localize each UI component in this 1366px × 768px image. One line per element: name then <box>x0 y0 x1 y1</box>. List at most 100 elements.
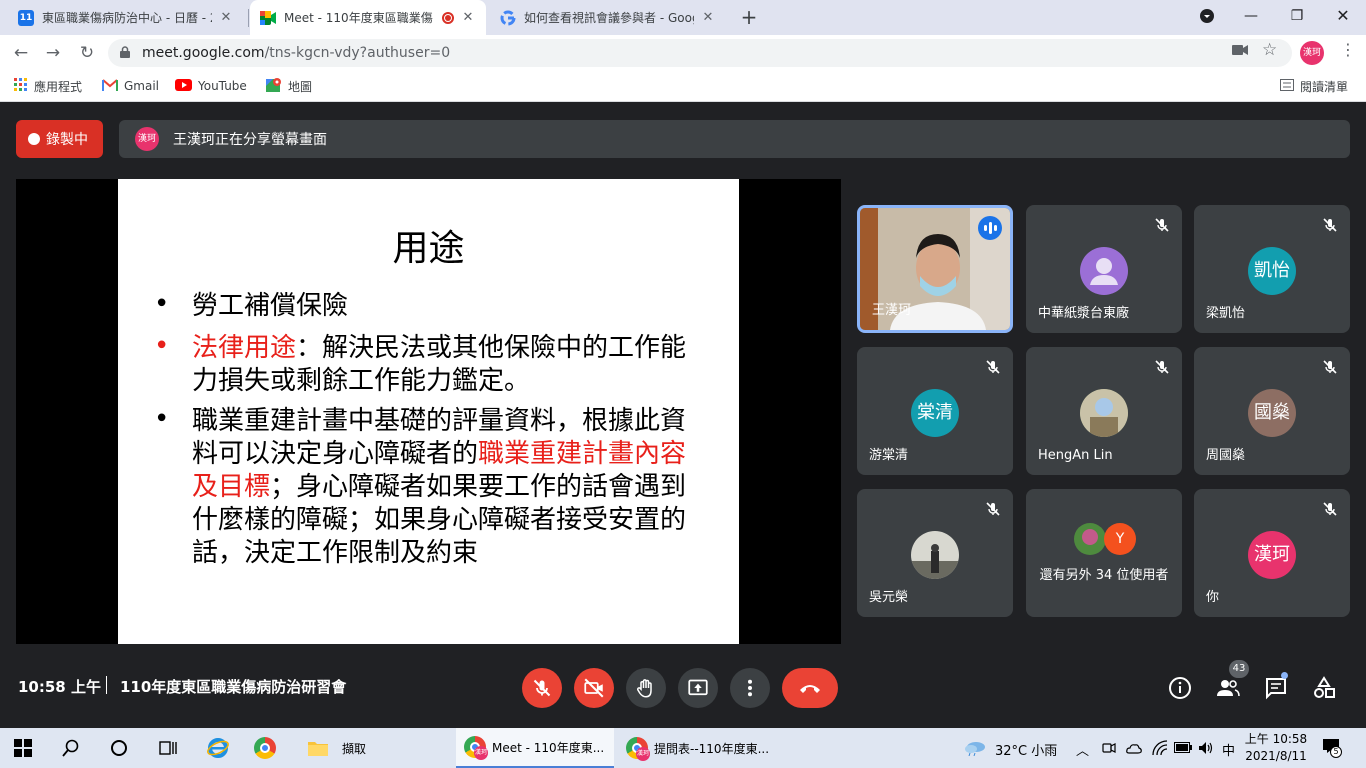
participant-avatar: 漢珂 <box>1248 531 1296 579</box>
address-bar[interactable]: meet.google.com/tns-kgcn-vdy?authuser=0 <box>108 39 1292 67</box>
bookmark-youtube[interactable]: YouTube <box>175 76 247 96</box>
participant-tile-self[interactable]: 漢珂 你 <box>1194 489 1350 617</box>
tab-search-icon[interactable] <box>1184 0 1230 32</box>
share-banner-text: 王漢珂正在分享螢幕畫面 <box>173 132 327 148</box>
reading-list-icon <box>1280 78 1294 94</box>
ime-indicator[interactable]: 中 <box>1222 740 1235 759</box>
lock-icon <box>120 46 130 58</box>
present-screen-button[interactable] <box>678 668 718 708</box>
cortana-button[interactable] <box>110 728 128 768</box>
activities-icon[interactable] <box>1312 676 1336 700</box>
screen-share-banner: 漢珂 王漢珂正在分享螢幕畫面 <box>119 120 1350 158</box>
bookmark-star-icon[interactable]: ☆ <box>1262 40 1277 60</box>
close-window-button[interactable]: ✕ <box>1320 0 1366 32</box>
tab-title: 如何查看視訊會議參與者 - Goog <box>524 11 694 25</box>
battery-icon[interactable] <box>1174 742 1192 753</box>
camera-toggle-button[interactable] <box>574 668 614 708</box>
forward-button[interactable]: → <box>40 40 66 66</box>
mic-off-icon <box>986 360 1000 374</box>
profile-avatar[interactable]: 漢珂 <box>1300 41 1324 65</box>
bookmark-label: YouTube <box>198 79 247 93</box>
more-participants-tile[interactable]: Y 還有另外 34 位使用者 <box>1026 489 1182 617</box>
search-button[interactable] <box>62 728 80 768</box>
chrome-taskbar-button[interactable] <box>254 728 282 768</box>
url-path: /tns-kgcn-vdy?authuser=0 <box>264 45 451 61</box>
participant-tile[interactable]: 王漢珂 <box>857 205 1013 333</box>
presentation-area[interactable]: 用途 • 勞工補償保險 • 法律用途：解決民法或其他保險中的工作能力損失或剩餘工… <box>16 179 841 644</box>
camera-off-icon <box>584 678 604 698</box>
participant-avatar: Y <box>1104 523 1136 555</box>
taskbar-app-meet[interactable]: 漢珂 Meet - 110年度東... <box>456 728 614 768</box>
bookmark-label: Gmail <box>124 79 160 93</box>
raise-hand-button[interactable] <box>626 668 666 708</box>
people-icon[interactable] <box>1216 676 1240 700</box>
mic-off-icon <box>1155 218 1169 232</box>
info-icon[interactable] <box>1168 676 1192 700</box>
browser-toolbar: ← → ↻ meet.google.com/tns-kgcn-vdy?authu… <box>0 35 1366 70</box>
chevron-up-icon[interactable]: ︿ <box>1076 740 1089 759</box>
participant-tile[interactable]: 吳元榮 <box>857 489 1013 617</box>
bookmarks-bar: 應用程式 Gmail YouTube 地圖 閱讀清單 <box>0 70 1366 102</box>
recording-indicator[interactable]: 錄製中 <box>16 120 103 158</box>
new-tab-button[interactable]: + <box>738 6 760 28</box>
restore-button[interactable]: ❐ <box>1274 0 1320 32</box>
url-text: meet.google.com/tns-kgcn-vdy?authuser=0 <box>142 39 450 67</box>
bookmark-apps[interactable]: 應用程式 <box>14 76 82 96</box>
reading-list[interactable]: 閱讀清單 <box>1280 76 1348 96</box>
bookmark-label: 地圖 <box>288 79 313 94</box>
tab-calendar[interactable]: 11 東區職業傷病防治中心 - 日曆 - 2 ✕ <box>8 0 244 35</box>
meet-now-icon[interactable] <box>1102 741 1116 755</box>
participant-photo <box>911 531 959 579</box>
participant-name: 周國燊 <box>1206 448 1246 463</box>
slide: 用途 • 勞工補償保險 • 法律用途：解決民法或其他保險中的工作能力損失或剩餘工… <box>118 179 739 644</box>
mic-off-icon <box>1323 502 1337 516</box>
mic-toggle-button[interactable] <box>522 668 562 708</box>
profile-badge: 漢珂 <box>474 746 488 760</box>
chrome-icon: 漢珂 <box>464 736 488 760</box>
minimize-button[interactable]: — <box>1228 0 1274 32</box>
bullet-icon: • <box>154 289 170 319</box>
camera-in-use-icon[interactable] <box>1232 44 1248 56</box>
taskbar-app-capture[interactable]: 擷取 <box>300 728 450 768</box>
participant-tile[interactable]: 中華紙漿台東廠 <box>1026 205 1182 333</box>
hand-icon <box>637 679 652 698</box>
profile-badge: 漢珂 <box>636 747 650 761</box>
chat-icon[interactable] <box>1264 676 1288 700</box>
ie-button[interactable] <box>206 728 230 768</box>
more-options-button[interactable] <box>730 668 770 708</box>
more-participants-label: 還有另外 34 位使用者 <box>1039 568 1169 583</box>
participant-tile[interactable]: 國燊 周國燊 <box>1194 347 1350 475</box>
close-icon[interactable]: ✕ <box>460 10 476 26</box>
participant-tile[interactable]: 棠清 游棠清 <box>857 347 1013 475</box>
clock[interactable]: 上午 10:58 2021/8/11 <box>1244 731 1308 765</box>
participant-tile[interactable]: 凱怡 梁凱怡 <box>1194 205 1350 333</box>
reload-button[interactable]: ↻ <box>74 40 100 66</box>
weather-text[interactable]: 32°C 小雨 <box>995 740 1057 759</box>
weather-rain-icon <box>965 742 985 756</box>
taskbar-app-form[interactable]: 漢珂 提問表--110年度東... <box>618 728 776 768</box>
tab-google[interactable]: 如何查看視訊會議參與者 - Goog ✕ <box>490 0 726 35</box>
task-view-button[interactable] <box>158 728 178 768</box>
participant-avatar: 棠清 <box>911 389 959 437</box>
volume-icon[interactable] <box>1198 741 1214 755</box>
start-button[interactable] <box>14 728 32 768</box>
wifi-icon[interactable] <box>1152 740 1168 756</box>
notification-center-button[interactable]: 5 <box>1322 738 1342 758</box>
onedrive-icon[interactable] <box>1126 741 1142 755</box>
bookmark-gmail[interactable]: Gmail <box>102 76 159 96</box>
default-avatar-icon <box>1080 247 1128 295</box>
google-icon <box>500 10 516 26</box>
mic-off-icon <box>533 679 551 697</box>
back-button[interactable]: ← <box>8 40 34 66</box>
task-view-icon <box>159 741 177 755</box>
bookmark-maps[interactable]: 地圖 <box>266 76 312 96</box>
reading-list-label: 閱讀清單 <box>1300 79 1349 94</box>
maps-icon <box>266 77 282 96</box>
browser-menu-icon[interactable]: ⋮ <box>1340 40 1356 59</box>
participant-tile[interactable]: HengAn Lin <box>1026 347 1182 475</box>
tab-title: Meet - 110年度東區職業傷 <box>284 11 433 25</box>
tab-meet[interactable]: Meet - 110年度東區職業傷 ✕ <box>250 0 486 35</box>
leave-call-button[interactable] <box>782 668 838 708</box>
close-icon[interactable]: ✕ <box>218 10 234 26</box>
close-icon[interactable]: ✕ <box>700 10 716 26</box>
